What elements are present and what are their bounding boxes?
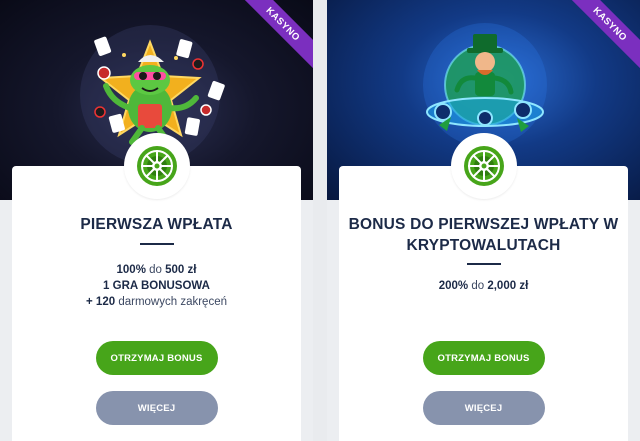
title-underline: [139, 243, 174, 245]
offer-bonus-game: 1 GRA BONUSOWA: [103, 280, 210, 292]
promo-offer-line: 100% do 500 zł: [12, 262, 301, 278]
get-bonus-button[interactable]: OTRZYMAJ BONUS: [95, 341, 218, 375]
get-bonus-button[interactable]: OTRZYMAJ BONUS: [422, 341, 545, 375]
more-info-button[interactable]: WIĘCEJ: [422, 391, 545, 425]
promo-title: PIERWSZA WPŁATA: [80, 216, 233, 233]
offer-amount: 500 zł: [165, 264, 197, 276]
promo-panel: BONUS DO PIERWSZEJ WPŁATY W KRYPTOWALUTA…: [339, 166, 628, 441]
promo-offer-line: + 120 darmowych zakręceń: [12, 294, 301, 310]
promo-card-first-deposit: KASYNO PIERWSZA WPŁATA 100% do 500 zł 1 …: [0, 0, 313, 441]
title-underline: [466, 263, 501, 265]
offer-connector: do: [471, 280, 485, 292]
promotions-grid: KASYNO PIERWSZA WPŁATA 100% do 500 zł 1 …: [0, 0, 640, 441]
promo-panel: PIERWSZA WPŁATA 100% do 500 zł 1 GRA BON…: [12, 166, 301, 441]
promo-offer-line: 1 GRA BONUSOWA: [12, 278, 301, 294]
roulette-wheel-icon: [136, 146, 177, 186]
offer-spins-count: + 120: [86, 296, 116, 308]
more-info-button[interactable]: WIĘCEJ: [95, 391, 218, 425]
promo-offer-line: 200% do 2,000 zł: [339, 278, 628, 294]
offer-spins-text: darmowych zakręceń: [118, 296, 227, 308]
roulette-badge: [123, 133, 190, 199]
promo-title: BONUS DO PIERWSZEJ WPŁATY W: [348, 216, 619, 233]
roulette-badge: [450, 133, 517, 199]
promo-title-line2: KRYPTOWALUTACH: [406, 237, 561, 254]
offer-amount: 2,000 zł: [487, 280, 529, 292]
offer-percent: 200%: [438, 280, 469, 292]
offer-percent: 100%: [116, 264, 146, 276]
promo-card-crypto-deposit: KASYNO BONUS DO PIERWSZEJ WPŁATY W KRYPT…: [327, 0, 640, 441]
roulette-wheel-icon: [463, 146, 504, 186]
offer-connector: do: [149, 264, 162, 276]
